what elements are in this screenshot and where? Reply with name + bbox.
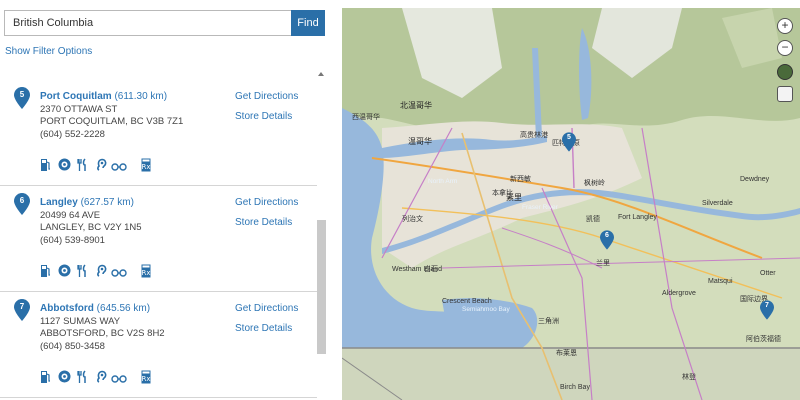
pharmacy-icon: Rx xyxy=(141,264,154,280)
gas-station-icon xyxy=(40,370,53,386)
store-name-line: Abbotsford (645.56 km) xyxy=(40,302,150,315)
map-place-label: Westham Island xyxy=(392,266,443,273)
store-marker-number: 7 xyxy=(19,302,25,311)
store-name-link[interactable]: Abbotsford xyxy=(40,303,94,314)
hearing-aid-icon xyxy=(96,370,109,386)
map-view[interactable]: 北温哥华西温哥华温哥华本拿比高贵林港匹特草原枫树岭新西敏列治文素里North A… xyxy=(342,8,800,400)
store-result-item: 6 Langley (627.57 km) 20499 64 AVE LANGL… xyxy=(0,186,317,292)
results-scrollbar[interactable] xyxy=(316,70,327,400)
tire-service-icon xyxy=(58,158,71,174)
find-button[interactable]: Find xyxy=(291,10,325,36)
map-store-pin[interactable]: 5 xyxy=(562,132,576,152)
map-place-label: Crescent Beach xyxy=(442,298,492,305)
pharmacy-icon: Rx xyxy=(141,370,154,386)
store-phone: (604) 539-8901 xyxy=(40,235,105,246)
satellite-view-button[interactable] xyxy=(777,64,793,80)
store-distance: (627.57 km) xyxy=(80,197,134,208)
map-place-label: Semiahmoo Bay xyxy=(462,306,510,313)
location-search-input[interactable] xyxy=(4,10,292,36)
pharmacy-icon: Rx xyxy=(141,158,154,174)
store-marker-number: 6 xyxy=(19,196,25,205)
map-place-label: 新西敏 xyxy=(510,176,531,183)
map-place-label: 素里 xyxy=(506,193,522,202)
map-place-label: 高贵林港 xyxy=(520,132,548,139)
store-details-link[interactable]: Store Details xyxy=(235,217,292,228)
map-place-label: 北温哥华 xyxy=(400,101,432,110)
map-place-label: Fort Langley xyxy=(618,214,657,221)
map-place-label: Birch Bay xyxy=(560,384,590,391)
store-phone: (604) 850-3458 xyxy=(40,341,105,352)
store-distance: (611.30 km) xyxy=(114,91,168,102)
map-place-label: 温哥华 xyxy=(408,137,432,146)
map-pin-number: 5 xyxy=(567,134,571,141)
show-filter-options-link[interactable]: Show Filter Options xyxy=(5,46,92,57)
scroll-up-arrow[interactable] xyxy=(318,72,324,76)
tire-service-icon xyxy=(58,264,71,280)
map-place-label: 布莱恩 xyxy=(556,350,577,357)
optical-icon xyxy=(111,370,127,386)
store-address-line2: LANGLEY, BC V2Y 1N5 xyxy=(40,222,142,233)
store-address-line1: 20499 64 AVE xyxy=(40,210,101,221)
store-name-link[interactable]: Langley xyxy=(40,197,78,208)
store-name-link[interactable]: Port Coquitlam xyxy=(40,91,112,102)
zoom-out-button[interactable]: − xyxy=(777,40,793,56)
hearing-aid-icon xyxy=(96,158,109,174)
map-place-label: Otter xyxy=(760,270,776,277)
map-place-label: Dewdney xyxy=(740,176,770,183)
food-court-icon xyxy=(77,370,90,386)
store-marker-icon: 7 xyxy=(14,299,30,321)
store-distance: (645.56 km) xyxy=(96,303,151,314)
scroll-thumb[interactable] xyxy=(317,220,326,354)
map-pin-number: 6 xyxy=(605,232,609,239)
get-directions-link[interactable]: Get Directions xyxy=(235,197,298,208)
get-directions-link[interactable]: Get Directions xyxy=(235,91,298,102)
optical-icon xyxy=(111,158,127,174)
map-place-label: 林登 xyxy=(682,374,696,381)
map-place-label: North Arm xyxy=(428,178,458,185)
map-place-label: 兰里 xyxy=(596,260,610,267)
store-result-item: 5 Port Coquitlam (611.30 km) 2370 OTTAWA… xyxy=(0,80,317,186)
gas-station-icon xyxy=(40,158,53,174)
gas-station-icon xyxy=(40,264,53,280)
store-name-line: Port Coquitlam (611.30 km) xyxy=(40,90,167,103)
map-place-label: 列治文 xyxy=(402,216,423,223)
store-result-item: 7 Abbotsford (645.56 km) 1127 SUMAS WAY … xyxy=(0,292,317,398)
map-place-label: 阿伯茨福德 xyxy=(746,336,781,343)
tire-service-icon xyxy=(58,370,71,386)
store-address-line1: 2370 OTTAWA ST xyxy=(40,104,118,115)
map-place-label: 凯德 xyxy=(586,216,600,223)
map-store-pin[interactable]: 7 xyxy=(760,300,774,320)
store-details-link[interactable]: Store Details xyxy=(235,111,292,122)
hearing-aid-icon xyxy=(96,264,109,280)
street-view-button[interactable] xyxy=(777,86,793,102)
map-place-label: Fraser River xyxy=(522,204,558,211)
store-results-list: 5 Port Coquitlam (611.30 km) 2370 OTTAWA… xyxy=(0,80,317,400)
zoom-in-button[interactable]: + xyxy=(777,18,793,34)
food-court-icon xyxy=(77,158,90,174)
store-address-line2: ABBOTSFORD, BC V2S 8H2 xyxy=(40,328,165,339)
map-place-label: Silverdale xyxy=(702,200,733,207)
svg-text:Rx: Rx xyxy=(141,375,150,383)
store-marker-icon: 6 xyxy=(14,193,30,215)
map-place-label: 枫树岭 xyxy=(584,180,605,187)
store-address-line2: PORT COQUITLAM, BC V3B 7Z1 xyxy=(40,116,184,127)
svg-text:Rx: Rx xyxy=(141,163,150,171)
store-marker-number: 5 xyxy=(19,90,25,99)
get-directions-link[interactable]: Get Directions xyxy=(235,303,298,314)
map-place-label: Matsqui xyxy=(708,278,733,285)
store-marker-icon: 5 xyxy=(14,87,30,109)
map-place-label: 三角洲 xyxy=(538,318,559,325)
map-pin-number: 7 xyxy=(765,302,769,309)
store-phone: (604) 552-2228 xyxy=(40,129,105,140)
store-details-link[interactable]: Store Details xyxy=(235,323,292,334)
optical-icon xyxy=(111,264,127,280)
store-name-line: Langley (627.57 km) xyxy=(40,196,134,209)
store-locator-panel: Find Show Filter Options 5 Port Coquitla… xyxy=(0,0,330,400)
map-place-label: 西温哥华 xyxy=(352,114,380,121)
map-store-pin[interactable]: 6 xyxy=(600,230,614,250)
food-court-icon xyxy=(77,264,90,280)
store-address-line1: 1127 SUMAS WAY xyxy=(40,316,121,327)
svg-text:Rx: Rx xyxy=(141,269,150,277)
map-place-label: Aldergrove xyxy=(662,290,696,297)
